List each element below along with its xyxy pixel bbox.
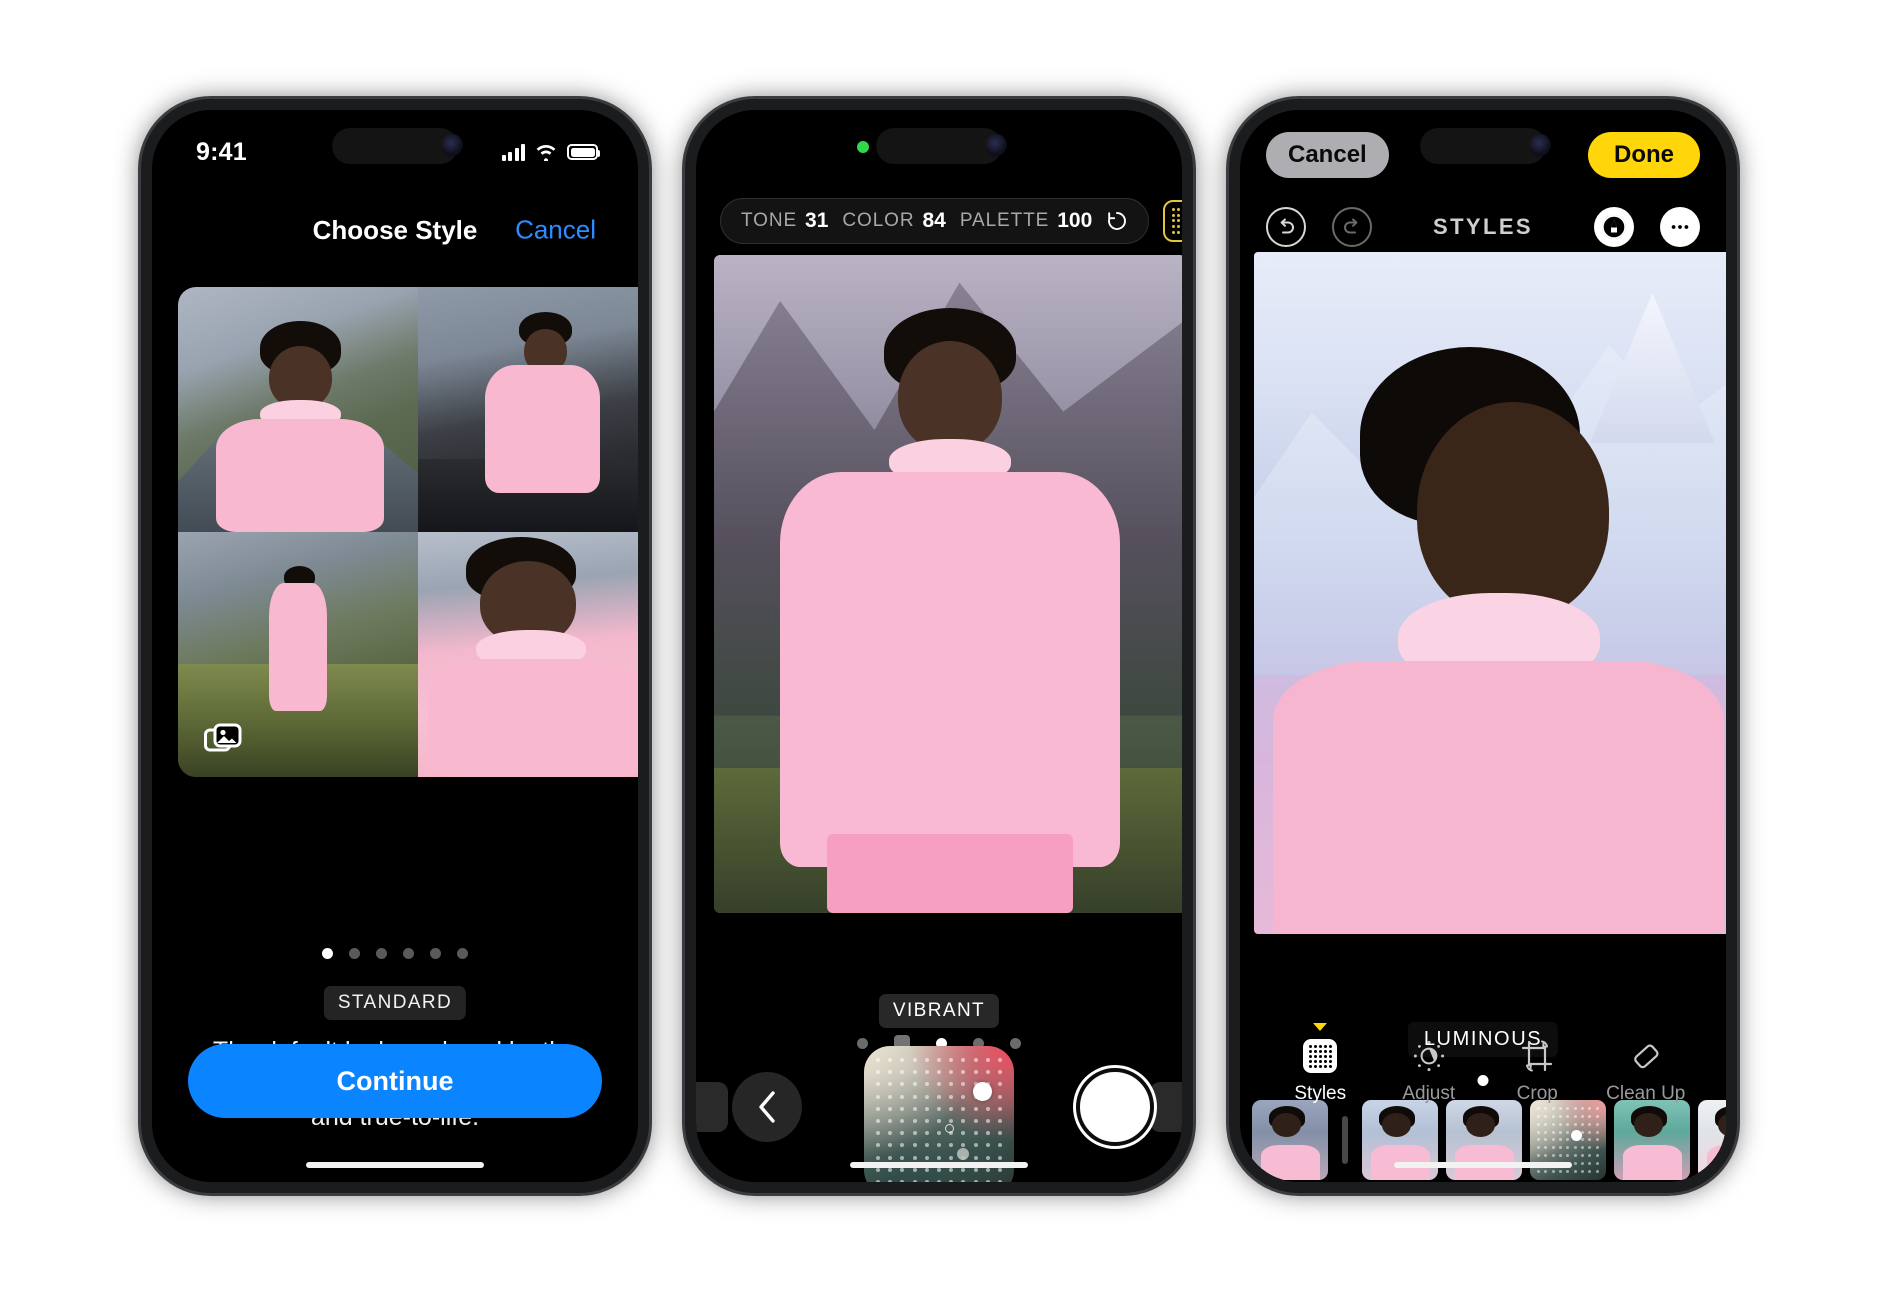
camera-active-indicator xyxy=(857,141,869,153)
eraser-icon xyxy=(1633,1044,1659,1069)
tab-label: Clean Up xyxy=(1606,1083,1686,1104)
tab-clean-up[interactable]: Clean Up xyxy=(1600,1039,1692,1105)
front-camera-icon xyxy=(985,134,1007,156)
dynamic-island xyxy=(876,128,1002,164)
adjust-dial-icon xyxy=(1413,1040,1444,1072)
back-button[interactable] xyxy=(732,1072,802,1142)
pager-dot[interactable] xyxy=(322,948,333,959)
status-time: 9:41 xyxy=(196,137,247,166)
phone-choose-style: 9:41 Choose Style Cancel STANDARD Contin… xyxy=(141,99,649,1193)
style-grid-icon[interactable] xyxy=(1163,200,1182,242)
pager-dot[interactable] xyxy=(349,948,360,959)
pager-dot[interactable] xyxy=(430,948,441,959)
more-ellipsis-icon xyxy=(1667,214,1693,240)
status-indicators xyxy=(501,143,600,161)
color-label: COLOR xyxy=(842,210,915,231)
figure-body xyxy=(427,659,638,777)
redo-button[interactable] xyxy=(1332,207,1372,247)
picker-secondary-marker xyxy=(957,1148,969,1160)
figure-head xyxy=(898,340,1002,453)
style-pager[interactable] xyxy=(152,948,638,959)
tone-label: TONE xyxy=(741,210,798,231)
battery-icon xyxy=(567,144,600,160)
picker-knob[interactable] xyxy=(973,1082,992,1101)
front-camera-icon xyxy=(1529,134,1551,156)
tone-value: 31 xyxy=(805,209,829,232)
styles-grid-icon xyxy=(1303,1039,1338,1073)
pager-dot[interactable] xyxy=(457,948,468,959)
figure-body xyxy=(1273,661,1725,934)
phone3-screen: Cancel Done STYLES LUMINOUS Styles Adjus… xyxy=(1240,110,1726,1182)
tile-beach-standing[interactable] xyxy=(418,287,638,532)
cellular-bars-icon xyxy=(501,143,525,161)
style-values-pill[interactable]: TONE 31 COLOR 84 PALETTE 100 xyxy=(720,198,1150,244)
phone-camera-styles: TONE 31 COLOR 84 PALETTE 100 VIBRANT xyxy=(685,99,1193,1193)
tab-adjust[interactable]: Adjust xyxy=(1383,1039,1475,1105)
tab-styles[interactable]: Styles xyxy=(1274,1023,1366,1105)
figure-body xyxy=(485,365,601,493)
shutter-button-icon[interactable] xyxy=(1076,1068,1154,1146)
continue-button[interactable]: Continue xyxy=(188,1044,602,1118)
phone2-screen: TONE 31 COLOR 84 PALETTE 100 VIBRANT xyxy=(696,110,1182,1182)
pager-dot[interactable] xyxy=(376,948,387,959)
reset-arrow-icon[interactable] xyxy=(1106,210,1128,232)
done-button[interactable]: Done xyxy=(1588,132,1700,178)
home-indicator[interactable] xyxy=(1394,1162,1572,1168)
screenshot-stage: 9:41 Choose Style Cancel STANDARD Contin… xyxy=(0,0,1878,1292)
home-indicator[interactable] xyxy=(306,1162,484,1168)
editor-mode-title: STYLES xyxy=(1433,214,1533,239)
phone1-screen: 9:41 Choose Style Cancel STANDARD Contin… xyxy=(152,110,638,1182)
prev-control-peek[interactable] xyxy=(696,1082,728,1132)
undo-icon xyxy=(1280,218,1294,234)
redo-icon xyxy=(1344,218,1358,234)
edited-photo[interactable] xyxy=(1254,252,1726,934)
front-camera-icon xyxy=(441,134,463,156)
figure-shorts xyxy=(827,834,1073,913)
style-name-badge: VIBRANT xyxy=(878,994,1000,1028)
tile-portrait-mountain[interactable] xyxy=(178,287,418,532)
figure-body xyxy=(269,583,327,711)
style-name-badge: STANDARD xyxy=(323,986,467,1020)
tab-label: Styles xyxy=(1294,1083,1347,1104)
picker-origin-marker xyxy=(945,1124,954,1133)
more-button[interactable] xyxy=(1660,207,1700,247)
filmstrip-separator xyxy=(1342,1116,1348,1164)
dynamic-island xyxy=(332,128,458,164)
crop-icon xyxy=(1522,1040,1553,1072)
wifi-icon xyxy=(536,145,556,161)
phone1-navbar: Choose Style Cancel xyxy=(152,206,638,254)
styles-toolbar: TONE 31 COLOR 84 PALETTE 100 xyxy=(720,198,1182,244)
cancel-button[interactable]: Cancel xyxy=(515,215,596,246)
pager-dot[interactable] xyxy=(857,1037,868,1049)
tab-label: Adjust xyxy=(1402,1083,1456,1104)
next-control-peek[interactable] xyxy=(1150,1082,1182,1132)
undo-button[interactable] xyxy=(1266,207,1306,247)
home-indicator[interactable] xyxy=(850,1162,1028,1168)
figure-head xyxy=(1417,402,1610,621)
figure-body xyxy=(216,419,385,532)
editor-tabbar: Styles Adjust Crop Clean Up xyxy=(1240,1023,1726,1120)
figure-body xyxy=(780,472,1120,867)
palette-value: 100 xyxy=(1057,209,1093,232)
pager-dot[interactable] xyxy=(403,948,414,959)
tile-grass-fullbody[interactable] xyxy=(178,532,418,777)
markup-button[interactable] xyxy=(1594,207,1634,247)
color-value: 84 xyxy=(922,209,946,232)
editor-topbar: Cancel Done xyxy=(1240,132,1726,184)
phone-photo-editor: Cancel Done STYLES LUMINOUS Styles Adjus… xyxy=(1229,99,1737,1193)
camera-viewfinder[interactable] xyxy=(714,255,1182,913)
chevron-left-icon xyxy=(759,1091,775,1123)
active-tab-caret xyxy=(1313,1023,1328,1031)
pager-dot[interactable] xyxy=(1010,1037,1021,1049)
tab-crop[interactable]: Crop xyxy=(1491,1039,1583,1105)
tab-label: Crop xyxy=(1516,1083,1558,1104)
editor-subbar: STYLES xyxy=(1240,202,1726,252)
markup-pen-icon xyxy=(1601,214,1627,240)
tile-profile-closeup[interactable] xyxy=(418,532,638,777)
photo-stack-icon[interactable] xyxy=(204,723,242,755)
palette-label: PALETTE xyxy=(959,210,1050,231)
cancel-button[interactable]: Cancel xyxy=(1266,132,1389,178)
page-title: Choose Style xyxy=(312,214,478,245)
style-preview-grid[interactable] xyxy=(178,287,638,777)
